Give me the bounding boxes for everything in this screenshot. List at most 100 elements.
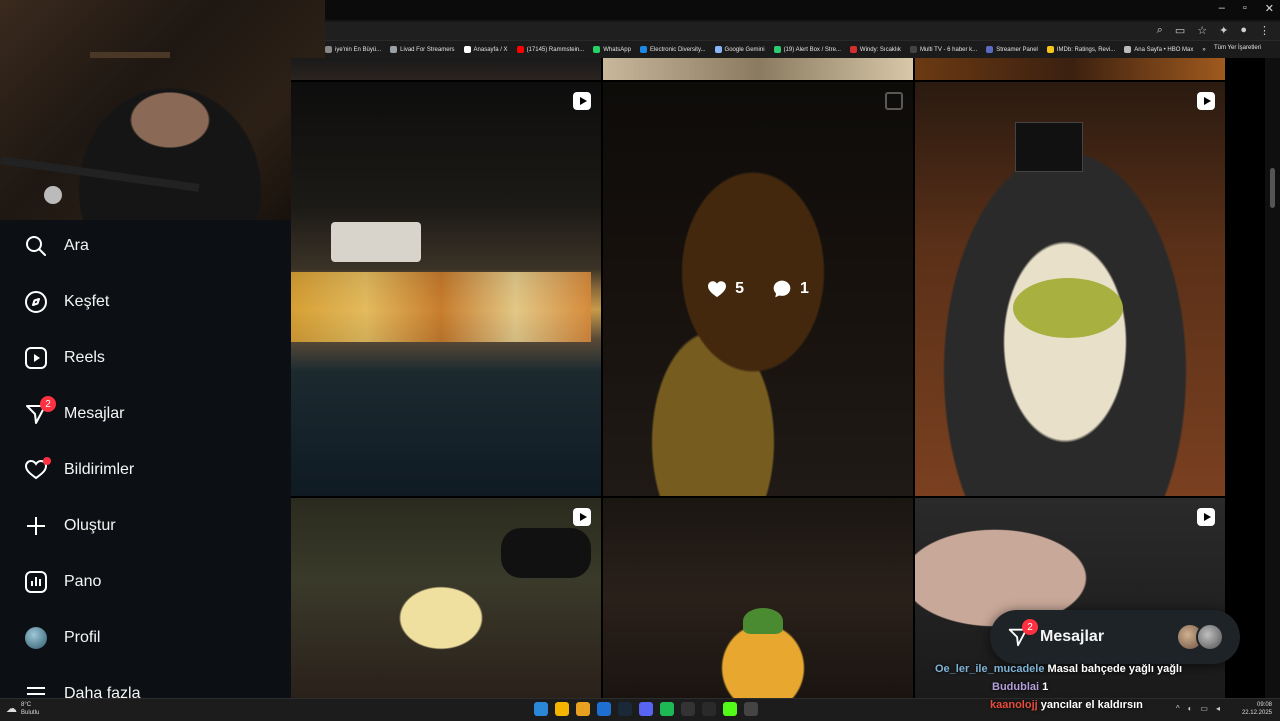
mic-icon[interactable]: ◐ bbox=[1188, 704, 1193, 713]
reels-icon bbox=[24, 346, 48, 370]
bookmark-label: (19) Alert Box / Stre... bbox=[783, 46, 841, 53]
search-icon bbox=[24, 234, 48, 258]
post-burger[interactable]: 5 1 bbox=[603, 82, 913, 496]
bookmark-favicon-icon bbox=[325, 46, 332, 53]
volume-icon[interactable]: ◂ bbox=[1216, 704, 1220, 713]
app-icon[interactable] bbox=[702, 702, 716, 716]
weather-desc: Bulutlu bbox=[21, 710, 40, 716]
scroll-thumb[interactable] bbox=[1270, 168, 1275, 208]
bookmark-item[interactable]: Livad For Streamers bbox=[390, 46, 455, 53]
bookmark-label: (17145) Rammstein... bbox=[526, 46, 585, 53]
bookmark-item[interactable]: WhatsApp bbox=[593, 46, 631, 53]
post-cheese-pour[interactable] bbox=[291, 498, 601, 700]
post-cocktail[interactable] bbox=[603, 498, 913, 700]
bookmark-item[interactable]: Ana Sayfa • HBO Max bbox=[1124, 46, 1193, 53]
bookmark-item[interactable]: Streamer Panel bbox=[986, 46, 1038, 53]
bookmark-label: IMDb: Ratings, Revi... bbox=[1056, 46, 1116, 53]
bookmark-item[interactable]: iye'nin En Büyü... bbox=[325, 46, 381, 53]
sidebar-item-notifications[interactable]: Bildirimler bbox=[24, 456, 134, 484]
heart-icon bbox=[708, 281, 727, 298]
chevron-up-icon[interactable]: ^ bbox=[1176, 704, 1180, 713]
sidebar-item-dashboard[interactable]: Pano bbox=[24, 568, 101, 596]
microphone bbox=[44, 186, 62, 204]
close-icon[interactable]: ✕ bbox=[1265, 2, 1274, 15]
profile-avatar-wrap bbox=[24, 626, 48, 650]
bookmark-item[interactable]: Windy: Sıcaklık bbox=[849, 46, 901, 53]
extensions-icon[interactable]: ✦ bbox=[1219, 24, 1228, 37]
bookmark-favicon-icon bbox=[639, 46, 647, 53]
file-explorer-icon[interactable] bbox=[576, 702, 590, 716]
post-dessert[interactable] bbox=[915, 82, 1225, 496]
app-icon[interactable] bbox=[744, 702, 758, 716]
messages-badge: 2 bbox=[40, 396, 56, 412]
reel-icon bbox=[1197, 92, 1215, 110]
cloud-icon: ☁ bbox=[6, 703, 17, 715]
post-thumbnail[interactable] bbox=[291, 58, 601, 80]
sidebar-item-explore[interactable]: Keşfet bbox=[24, 288, 109, 316]
gloved-hand bbox=[501, 528, 591, 578]
messages-floating-button[interactable]: 2 Mesajlar bbox=[990, 610, 1240, 664]
bookmark-item[interactable]: Anasayfa / X bbox=[463, 46, 508, 53]
hover-stats-overlay: 5 1 bbox=[603, 82, 913, 496]
epic-games-icon[interactable] bbox=[681, 702, 695, 716]
messages-label: Mesajlar bbox=[1040, 628, 1105, 645]
star-icon[interactable]: ☆ bbox=[1197, 24, 1207, 37]
spotify-icon[interactable] bbox=[660, 702, 674, 716]
bookmark-favicon-icon bbox=[516, 46, 524, 53]
sidebar-item-profile[interactable]: Profil bbox=[24, 624, 100, 652]
page-scrollbar[interactable] bbox=[1265, 58, 1280, 700]
bookmark-favicon-icon bbox=[1124, 46, 1132, 53]
discord-icon[interactable] bbox=[639, 702, 653, 716]
sidebar-item-reels[interactable]: Reels bbox=[24, 344, 105, 372]
profile-icon[interactable]: ● bbox=[1240, 24, 1247, 37]
cast-icon[interactable]: ▭ bbox=[1175, 24, 1185, 37]
post-thumbnail[interactable] bbox=[603, 58, 913, 80]
comment-icon bbox=[773, 280, 791, 298]
bookmarks-bar: iye'nin En Büyü... Livad For Streamers Ana… bbox=[325, 41, 1280, 58]
bookmark-label: Windy: Sıcaklık bbox=[859, 46, 901, 53]
messages-badge: 2 bbox=[1022, 619, 1038, 635]
kick-icon[interactable] bbox=[723, 702, 737, 716]
bookmark-item[interactable]: Multi TV - 6 haber k... bbox=[909, 46, 977, 53]
network-icon[interactable]: ▭ bbox=[1200, 704, 1208, 713]
sidebar-item-messages[interactable]: 2 Mesajlar bbox=[24, 396, 124, 428]
plate-stack bbox=[331, 222, 421, 262]
sidebar-item-label: Reels bbox=[64, 349, 105, 366]
sidebar-item-search[interactable]: Ara bbox=[24, 232, 89, 260]
windows-start-icon[interactable] bbox=[534, 702, 548, 716]
sidebar-item-label: Keşfet bbox=[64, 293, 110, 310]
bookmark-item[interactable]: IMDb: Ratings, Revi... bbox=[1046, 46, 1116, 53]
messenger-icon: 2 bbox=[1006, 619, 1038, 649]
bookmark-label: Anasayfa / X bbox=[473, 46, 508, 53]
recent-chat-avatars bbox=[1176, 623, 1224, 651]
all-bookmarks[interactable]: Tüm Yer İşaretleri bbox=[1214, 45, 1274, 51]
bookmark-item[interactable]: Electronic Diversity... bbox=[639, 46, 706, 53]
minimize-icon[interactable]: – bbox=[1219, 2, 1225, 15]
weather-widget[interactable]: ☁ 8°C Bulutlu bbox=[6, 701, 39, 717]
app-icon[interactable] bbox=[597, 702, 611, 716]
bookmark-item[interactable]: (17145) Rammstein... bbox=[516, 46, 585, 53]
maximize-icon[interactable]: ▫ bbox=[1243, 2, 1247, 15]
steam-icon[interactable] bbox=[618, 702, 632, 716]
chrome-icon[interactable] bbox=[555, 702, 569, 716]
clock[interactable]: 09:08 22.12.2025 bbox=[1242, 701, 1272, 717]
microphone-arm bbox=[0, 156, 200, 192]
bookmarks-overflow-button[interactable]: » bbox=[1202, 47, 1205, 53]
reel-icon bbox=[573, 92, 591, 110]
instagram-sidebar: Ara Keşfet Reels 2 Mesajlar Bildirimler … bbox=[0, 220, 291, 702]
zoom-icon[interactable]: ⌕ bbox=[1157, 24, 1163, 37]
sidebar-item-label: Profil bbox=[64, 629, 101, 646]
bookmark-label: Livad For Streamers bbox=[400, 46, 455, 53]
chat-username: Oe_ler_ile_mucadele bbox=[935, 663, 1045, 675]
chat-text: yancılar el kaldırsın bbox=[1040, 699, 1143, 711]
address-bar[interactable]: ⌕ ▭ ☆ ✦ ● ⋮ bbox=[325, 22, 1280, 41]
bookmark-item[interactable]: Google Gemini bbox=[714, 46, 765, 53]
bookmark-item[interactable]: (19) Alert Box / Stre... bbox=[773, 46, 841, 53]
post-buffet[interactable] bbox=[291, 82, 601, 496]
bookmark-label: iye'nin En Büyü... bbox=[335, 46, 382, 53]
sidebar-item-create[interactable]: Oluştur bbox=[24, 512, 116, 540]
avatar bbox=[1196, 623, 1224, 651]
kebab-menu-icon[interactable]: ⋮ bbox=[1259, 24, 1270, 37]
post-thumbnail[interactable] bbox=[915, 58, 1225, 80]
bookmark-favicon-icon bbox=[714, 46, 722, 53]
